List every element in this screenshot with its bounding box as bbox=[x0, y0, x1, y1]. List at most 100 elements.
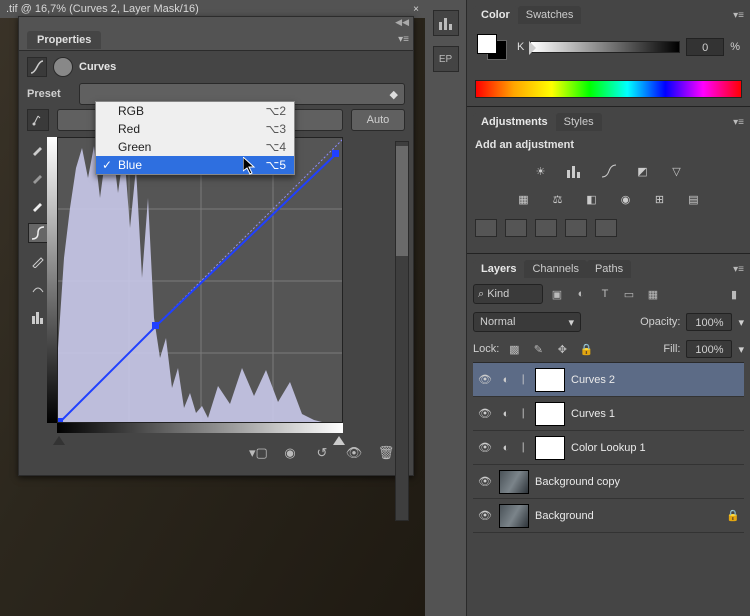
panel-menu-icon[interactable]: ▾≡ bbox=[733, 264, 744, 275]
view-previous-icon[interactable]: ◉ bbox=[281, 445, 299, 461]
fg-bg-swatch[interactable] bbox=[477, 34, 507, 60]
adjustment-icon: ◐ bbox=[499, 442, 513, 454]
chevron-down-icon[interactable]: ▾ bbox=[738, 316, 744, 329]
ep-panel-icon[interactable]: EP bbox=[433, 46, 459, 72]
layer-name[interactable]: Curves 2 bbox=[571, 374, 615, 386]
chevron-down-icon[interactable]: ▾ bbox=[738, 343, 744, 356]
white-point-slider[interactable] bbox=[333, 436, 345, 445]
reset-icon[interactable]: ↺ bbox=[313, 445, 331, 461]
gradient-map-icon[interactable] bbox=[565, 219, 587, 237]
layer-name[interactable]: Color Lookup 1 bbox=[571, 442, 646, 454]
histogram-panel-icon[interactable] bbox=[433, 10, 459, 36]
tab-adjustments[interactable]: Adjustments bbox=[473, 113, 556, 131]
mask-thumbnail[interactable] bbox=[535, 436, 565, 460]
layer-row[interactable]: 👁 ◐ ❘ Curves 2 bbox=[473, 363, 744, 397]
filter-type-icon[interactable]: T bbox=[595, 285, 615, 303]
channel-option-blue[interactable]: ✓ Blue ⌥5 bbox=[96, 156, 294, 174]
k-value-input[interactable]: 0 bbox=[686, 38, 724, 56]
threshold-icon[interactable] bbox=[535, 219, 557, 237]
toggle-visibility-icon[interactable]: 👁 bbox=[345, 445, 363, 461]
layer-filter-kind[interactable]: ⌕ Kind bbox=[473, 284, 543, 304]
filter-pixel-icon[interactable]: ▣ bbox=[547, 285, 567, 303]
panel-menu-icon[interactable]: ▾≡ bbox=[733, 117, 744, 128]
pencil-curve-icon[interactable] bbox=[28, 251, 48, 271]
point-curve-icon[interactable] bbox=[28, 223, 48, 243]
link-icon[interactable]: ❘ bbox=[519, 442, 529, 453]
channel-option-green[interactable]: Green ⌥4 bbox=[96, 138, 294, 156]
panel-drag-handle[interactable]: ◀◀ bbox=[19, 17, 413, 29]
visibility-icon[interactable]: 👁 bbox=[477, 509, 493, 522]
vibrance-icon[interactable]: ▽ bbox=[666, 161, 688, 181]
layer-thumbnail[interactable] bbox=[499, 470, 529, 494]
eyedropper-white-icon[interactable] bbox=[28, 195, 48, 215]
properties-scrollbar[interactable] bbox=[395, 141, 409, 521]
color-spectrum[interactable] bbox=[475, 80, 742, 98]
lock-all-icon[interactable]: 🔒 bbox=[577, 343, 595, 356]
targeted-adjustment-icon[interactable] bbox=[27, 109, 49, 131]
visibility-icon[interactable]: 👁 bbox=[477, 407, 493, 420]
mask-thumbnail[interactable] bbox=[535, 368, 565, 392]
clip-to-layer-icon[interactable]: ▾▢ bbox=[249, 445, 267, 461]
layer-name[interactable]: Background copy bbox=[535, 476, 620, 488]
lock-transparent-icon[interactable]: ▩ bbox=[505, 343, 523, 356]
channel-mixer-icon[interactable]: ⊞ bbox=[649, 189, 671, 209]
tab-layers[interactable]: Layers bbox=[473, 260, 524, 278]
collapsed-panel-dock: EP bbox=[425, 0, 467, 616]
invert-icon[interactable] bbox=[475, 219, 497, 237]
filter-shape-icon[interactable]: ▭ bbox=[619, 285, 639, 303]
eyedropper-gray-icon[interactable] bbox=[28, 167, 48, 187]
auto-button[interactable]: Auto bbox=[351, 109, 405, 131]
filter-toggle-icon[interactable]: ▮ bbox=[724, 285, 744, 303]
layer-row[interactable]: 👁 Background copy bbox=[473, 465, 744, 499]
channel-option-red[interactable]: Red ⌥3 bbox=[96, 120, 294, 138]
visibility-icon[interactable]: 👁 bbox=[477, 441, 493, 454]
curves-adj-icon[interactable] bbox=[598, 161, 620, 181]
curves-graph[interactable] bbox=[57, 137, 343, 423]
photo-filter-icon[interactable]: ◉ bbox=[615, 189, 637, 209]
tab-paths[interactable]: Paths bbox=[587, 260, 631, 278]
exposure-icon[interactable]: ◩ bbox=[632, 161, 654, 181]
smooth-icon[interactable] bbox=[28, 279, 48, 299]
tab-color[interactable]: Color bbox=[473, 6, 518, 24]
hue-sat-icon[interactable]: ▦ bbox=[513, 189, 535, 209]
mask-icon[interactable] bbox=[53, 57, 73, 77]
opacity-input[interactable]: 100% bbox=[686, 313, 732, 331]
bw-icon[interactable]: ◧ bbox=[581, 189, 603, 209]
blend-mode-select[interactable]: Normal▾ bbox=[473, 312, 581, 332]
lock-position-icon[interactable]: ✥ bbox=[553, 343, 571, 356]
brightness-contrast-icon[interactable]: ☀ bbox=[530, 161, 552, 181]
k-slider[interactable] bbox=[530, 41, 680, 53]
fill-input[interactable]: 100% bbox=[686, 340, 732, 358]
link-icon[interactable]: ❘ bbox=[519, 408, 529, 419]
link-icon[interactable]: ❘ bbox=[519, 374, 529, 385]
lock-pixels-icon[interactable]: ✎ bbox=[529, 343, 547, 356]
eyedropper-black-icon[interactable] bbox=[28, 139, 48, 159]
filter-adjustment-icon[interactable]: ◐ bbox=[571, 285, 591, 303]
layer-thumbnail[interactable] bbox=[499, 504, 529, 528]
properties-tab[interactable]: Properties bbox=[27, 31, 101, 49]
channel-option-rgb[interactable]: RGB ⌥2 bbox=[96, 102, 294, 120]
layer-name[interactable]: Curves 1 bbox=[571, 408, 615, 420]
panel-menu-icon[interactable]: ▾≡ bbox=[398, 34, 409, 45]
panel-menu-icon[interactable]: ▾≡ bbox=[733, 10, 744, 21]
delete-icon[interactable]: 🗑 bbox=[377, 445, 395, 461]
close-icon[interactable]: × bbox=[413, 4, 419, 15]
black-point-slider[interactable] bbox=[53, 436, 65, 445]
filter-smart-icon[interactable]: ▦ bbox=[643, 285, 663, 303]
visibility-icon[interactable]: 👁 bbox=[477, 475, 493, 488]
layer-row[interactable]: 👁 ◐ ❘ Curves 1 bbox=[473, 397, 744, 431]
selective-color-icon[interactable] bbox=[595, 219, 617, 237]
layer-row[interactable]: 👁 Background 🔒 bbox=[473, 499, 744, 533]
mask-thumbnail[interactable] bbox=[535, 402, 565, 426]
color-lookup-icon[interactable]: ▤ bbox=[683, 189, 705, 209]
tab-channels[interactable]: Channels bbox=[524, 260, 586, 278]
histogram-icon[interactable] bbox=[28, 307, 48, 327]
layer-row[interactable]: 👁 ◐ ❘ Color Lookup 1 bbox=[473, 431, 744, 465]
levels-icon[interactable] bbox=[564, 161, 586, 181]
layer-name[interactable]: Background bbox=[535, 510, 594, 522]
visibility-icon[interactable]: 👁 bbox=[477, 373, 493, 386]
color-balance-icon[interactable]: ⚖ bbox=[547, 189, 569, 209]
tab-swatches[interactable]: Swatches bbox=[518, 6, 582, 24]
tab-styles[interactable]: Styles bbox=[556, 113, 602, 131]
posterize-icon[interactable] bbox=[505, 219, 527, 237]
